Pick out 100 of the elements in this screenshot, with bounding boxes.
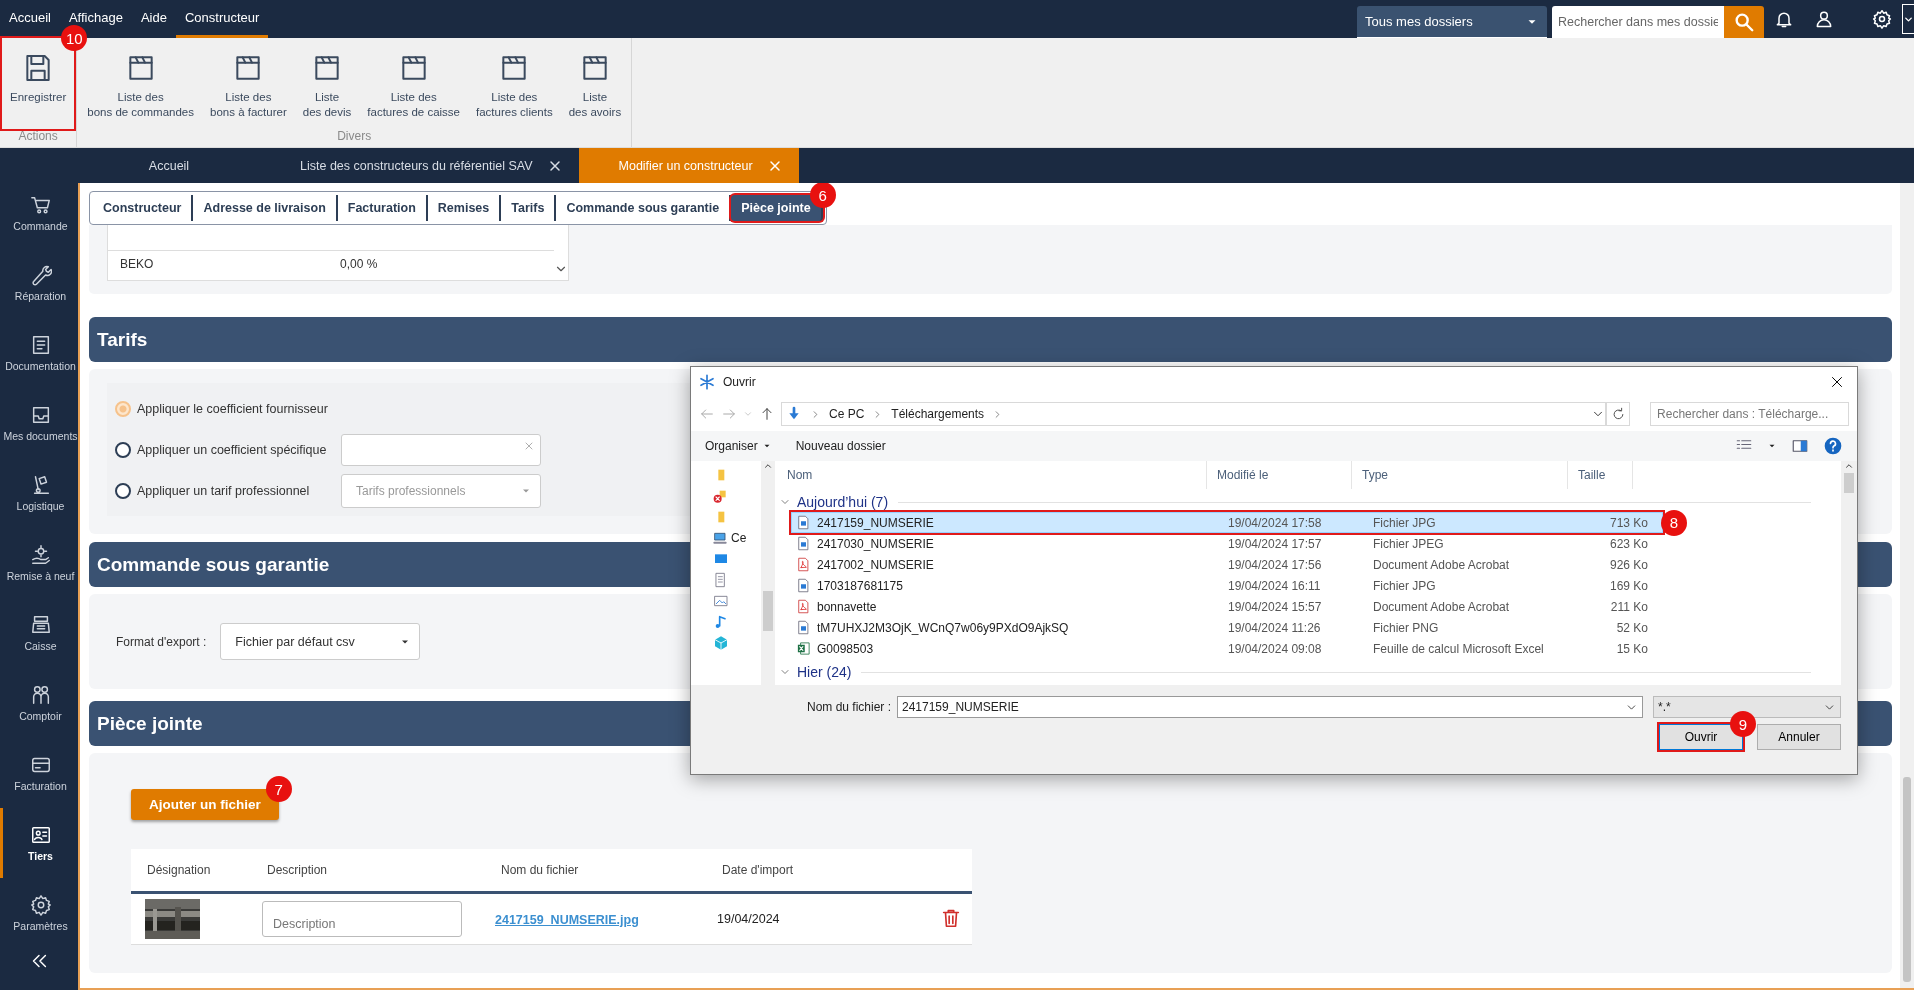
- pdf-file-icon: [796, 599, 811, 614]
- user-icon[interactable]: [1814, 9, 1834, 29]
- type-cell-text: Fichier JPG: [1372, 515, 1437, 530]
- sidebar-item[interactable]: Remise à neuf: [0, 528, 78, 598]
- sidebar-item[interactable]: Paramètres: [0, 878, 78, 948]
- toolbar-button[interactable]: Nouveau dossier: [795, 439, 886, 453]
- size-cell-text: 713 Ko: [1608, 515, 1648, 530]
- size-cell-text: 15 Ko: [1615, 641, 1648, 656]
- music-note-icon[interactable]: [713, 614, 729, 630]
- sidebar-item[interactable]: Commande: [0, 178, 78, 248]
- ribbon-button[interactable]: Liste des devis: [294, 38, 360, 129]
- spreadsheet-file-icon: [796, 641, 811, 656]
- cash-register-icon: [29, 614, 52, 636]
- scrollbar-thumb[interactable]: [1844, 473, 1854, 493]
- size-cell-text: 926 Ko: [1608, 557, 1648, 572]
- path-crumb[interactable]: Téléchargements: [891, 407, 985, 421]
- description-field[interactable]: Description: [262, 901, 462, 937]
- picture-file-icon[interactable]: [713, 593, 729, 609]
- ribbon-button[interactable]: Liste des avoirs: [560, 38, 630, 129]
- column-header: Nom du fichier: [500, 863, 580, 877]
- image-file-icon: [796, 536, 811, 551]
- modified-cell-text: 19/04/2024 09:08: [1227, 641, 1323, 656]
- modified-cell-text: 19/04/2024 15:57: [1227, 599, 1323, 614]
- radio-button[interactable]: [115, 441, 131, 458]
- path-crumb[interactable]: Ce PC: [829, 407, 865, 421]
- option-label: Appliquer un tarif professionnel: [137, 483, 311, 498]
- menu-item[interactable]: Accueil: [0, 0, 60, 38]
- cube-icon[interactable]: [713, 635, 729, 651]
- column-header[interactable]: Taille: [1568, 461, 1633, 489]
- ribbon-button[interactable]: Liste des factures de caisse: [359, 38, 468, 129]
- size-cell-text: 52 Ko: [1615, 620, 1648, 635]
- ribbon-button[interactable]: Liste des factures clients: [468, 38, 561, 129]
- settings-icon[interactable]: [1872, 9, 1892, 29]
- file-row[interactable]: G0098503 19/04/2024 09:08 Feuille de calcul Microsoft Excel 15 Ko: [791, 638, 1841, 659]
- select-value: *.*: [1658, 700, 1671, 714]
- form-tab[interactable]: Tarifs: [501, 195, 557, 221]
- gear-hand-icon: [29, 544, 52, 566]
- sidebar-item[interactable]: Comptoir: [0, 668, 78, 738]
- ribbon-button[interactable]: Liste des bons à facturer: [202, 38, 295, 129]
- form-tab[interactable]: Adresse de livraison: [193, 195, 338, 221]
- up-arrow-icon[interactable]: [759, 406, 775, 422]
- preview-pane-icon[interactable]: [1791, 437, 1809, 455]
- search-button[interactable]: [1724, 6, 1764, 38]
- file-name-field[interactable]: 2417159_NUMSERIE: [897, 696, 1643, 718]
- group-label: Actions: [17, 129, 59, 145]
- select-value: Tous mes dossiers: [1365, 14, 1473, 29]
- menu-item[interactable]: Aide: [131, 0, 176, 38]
- file-type-select[interactable]: *.*: [1653, 696, 1841, 718]
- sidebar-item[interactable]: Documentation: [0, 318, 78, 388]
- section-header: Tarifs: [89, 317, 1892, 362]
- file-row[interactable]: tM7UHXJ2M3OjK_WCnQ7w06y9PXdO9AjkSQ 19/04/2024 11:26 Fichier PNG 52 Ko: [791, 617, 1841, 638]
- scrollbar-thumb[interactable]: [763, 591, 773, 631]
- help-icon[interactable]: [1823, 436, 1843, 456]
- type-cell-text: Fichier PNG: [1372, 620, 1440, 635]
- step-badge: 8: [1661, 509, 1687, 536]
- file-row[interactable]: bonnavette 19/04/2024 15:57 Document Adobe Acrobat 211 Ko: [791, 596, 1841, 617]
- file-row[interactable]: 2417159_NUMSERIE 19/04/2024 17:58 Fichier JPG 713 Ko: [791, 512, 1663, 533]
- form-tab[interactable]: Facturation: [337, 195, 428, 221]
- sidebar-item[interactable]: Réparation: [0, 248, 78, 318]
- group-label: Divers: [336, 129, 373, 145]
- input-field[interactable]: [341, 433, 541, 466]
- file-row[interactable]: 2417002_NUMSERIE 19/04/2024 17:56 Document Adobe Acrobat 926 Ko: [791, 554, 1841, 575]
- column-header[interactable]: Type: [1352, 461, 1568, 489]
- scrollbar-thumb[interactable]: [1903, 777, 1911, 982]
- group-header[interactable]: Aujourd’hui (7): [797, 494, 889, 510]
- search-icon: [1733, 11, 1755, 33]
- sidebar-item[interactable]: Mes documents: [0, 388, 78, 458]
- document-tab[interactable]: Liste des constructeurs du référentiel SAV: [260, 148, 579, 183]
- search-field[interactable]: Rechercher dans : Télécharge...: [1650, 402, 1849, 426]
- document-tab[interactable]: Accueil: [78, 148, 260, 183]
- sidebar-item[interactable]: Facturation: [0, 738, 78, 808]
- id-card-icon: [29, 824, 52, 846]
- file-name: bonnavette: [817, 599, 877, 614]
- step-badge: 10: [61, 25, 88, 51]
- form-tab[interactable]: Constructeur: [93, 195, 194, 221]
- sidebar-item[interactable]: Caisse: [0, 598, 78, 668]
- option-label: Appliquer le coefficient fournisseur: [137, 401, 329, 416]
- column-header: Description: [266, 863, 329, 877]
- file-name: tM7UHXJ2M3OjK_WCnQ7w06y9PXdO9AjkSQ: [817, 620, 1069, 635]
- cancel-button[interactable]: Annuler: [1757, 724, 1841, 750]
- type-cell-text: Document Adobe Acrobat: [1372, 599, 1511, 614]
- pdf-file-icon: [796, 557, 811, 572]
- sidebar-item[interactable]: Logistique: [0, 458, 78, 528]
- radio-button[interactable]: [115, 482, 131, 499]
- select-field[interactable]: Fichier par défaut csv: [220, 623, 421, 660]
- address-bar[interactable]: Ce PC Téléchargements: [781, 402, 1607, 426]
- cart-icon: [29, 194, 52, 216]
- form-tab[interactable]: Remises: [427, 195, 502, 221]
- date-cell-text: 19/04/2024: [716, 912, 781, 926]
- field-label: Nom du fichier :: [806, 700, 891, 714]
- column-header[interactable]: Nom: [777, 461, 1207, 489]
- column-header[interactable]: Modifié le: [1207, 461, 1352, 489]
- folder-error-icon[interactable]: [713, 488, 729, 504]
- toolbar-button[interactable]: Organiser: [705, 439, 772, 453]
- computer-icon: [713, 530, 729, 546]
- image-file-icon: [796, 578, 811, 593]
- refresh-icon[interactable]: [1610, 406, 1626, 422]
- folder-select[interactable]: Tous mes dossiers: [1357, 6, 1547, 38]
- group-header[interactable]: Hier (24): [797, 664, 852, 680]
- step-badge: 7: [265, 776, 292, 802]
